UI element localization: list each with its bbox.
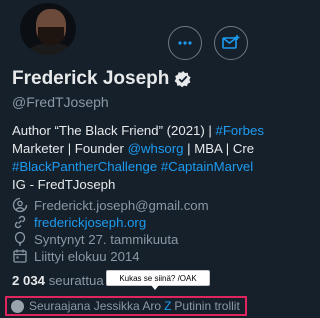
meta-joined-text: Liittyi elokuu 2014 — [34, 248, 140, 264]
avatar-beard — [38, 27, 64, 45]
bio-line: IG - FredTJoseph — [12, 177, 116, 192]
website-link[interactable]: frederickjoseph.org — [34, 215, 146, 230]
bio-line: Marketer | Founder @whsorg | MBA | Cre — [12, 140, 272, 158]
profile-bio: Author “The Black Friend” (2021) | #Forb… — [12, 122, 272, 194]
message-button[interactable] — [214, 26, 248, 60]
hashtag-link[interactable]: #Forbes — [216, 123, 264, 138]
followed-by-separator: Z — [164, 299, 172, 313]
bio-line: #BlackPantherChallenge #CaptainMarvel — [12, 158, 272, 176]
bio-text: | MBA | Cre — [183, 141, 255, 156]
more-horizontal-icon — [178, 41, 192, 45]
followed-by-suffix: Putinin trollit — [174, 299, 240, 313]
following-count: 2 034 — [12, 273, 46, 288]
meta-email: Frederickt.joseph@gmail.com — [12, 197, 209, 213]
balloon-icon — [14, 231, 26, 246]
following-stat[interactable]: 2 034 seurattua — [12, 273, 104, 288]
meta-website: frederickjoseph.org — [12, 214, 146, 230]
calendar-icon — [13, 249, 27, 263]
bio-text: Marketer | Founder — [12, 141, 128, 156]
verified-badge-icon — [174, 71, 191, 88]
meta-joined: Liittyi elokuu 2014 — [12, 248, 140, 264]
more-options-button[interactable] — [168, 26, 202, 60]
meta-birth-text: Syntynyt 27. tammikuuta — [34, 231, 179, 247]
followed-by-row[interactable]: Seuraajana Jessikka Aro Z Putinin trolli… — [5, 296, 247, 316]
link-icon — [14, 215, 26, 229]
meta-birthdate: Syntynyt 27. tammikuuta — [12, 231, 178, 247]
annotation-tooltip: Kukas se siinä? /OAK — [106, 270, 210, 290]
mention-link[interactable]: @whsorg — [128, 141, 184, 156]
avatar-shirt — [24, 43, 76, 55]
display-name: Frederick Joseph — [12, 68, 170, 89]
hashtag-link[interactable]: #BlackPantherChallenge — [12, 159, 157, 174]
mail-plus-icon — [222, 35, 240, 49]
bio-text: Author “The Black Friend” (2021) | — [12, 123, 216, 138]
following-label: seurattua — [48, 273, 104, 288]
hashtag-link[interactable]: #CaptainMarvel — [161, 159, 253, 174]
follower-avatar — [11, 299, 24, 313]
bio-line: Author “The Black Friend” (2021) | #Forb… — [12, 122, 272, 140]
followed-by-prefix: Seuraajana Jessikka Aro — [29, 299, 162, 313]
display-name-row: Frederick Joseph — [12, 68, 192, 90]
mail-icon — [12, 197, 28, 213]
meta-email-text: Frederickt.joseph@gmail.com — [34, 197, 209, 213]
profile-handle: @FredTJoseph — [12, 94, 109, 110]
profile-avatar[interactable] — [17, 0, 79, 58]
